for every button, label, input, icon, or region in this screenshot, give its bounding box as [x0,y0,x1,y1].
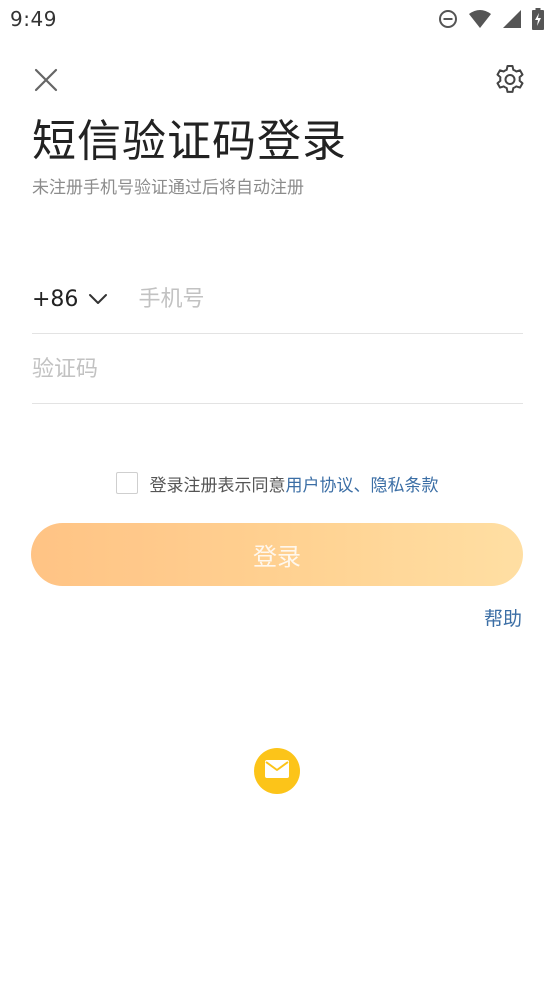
signal-icon [502,9,522,29]
country-code-label: +86 [32,286,79,312]
country-code-selector[interactable]: +86 [32,287,108,312]
verification-code-row [32,335,523,404]
page-subtitle: 未注册手机号验证通过后将自动注册 [32,178,304,198]
mail-login-button[interactable] [254,748,300,794]
gear-icon [494,64,526,100]
user-agreement-link[interactable]: 用户协议 [286,471,354,496]
wifi-icon [468,9,492,29]
agreement-checkbox[interactable] [115,472,138,494]
agreement-row: 登录注册表示同意 用户协议 、 隐私条款 [0,468,554,498]
chevron-down-icon [88,290,108,309]
battery-charging-icon [532,8,544,30]
agreement-prefix: 登录注册表示同意 [149,475,286,496]
settings-button[interactable] [492,64,528,100]
login-button[interactable]: 登录 [31,523,523,586]
phone-input[interactable] [138,279,523,319]
close-button[interactable] [28,64,64,100]
phone-row: +86 [32,265,523,334]
login-button-label: 登录 [253,543,301,571]
agreement-separator: 、 [353,475,371,496]
do-not-disturb-icon [438,9,458,29]
mail-icon [265,760,289,782]
help-link[interactable]: 帮助 [484,604,522,631]
close-icon [34,68,58,96]
verification-code-input[interactable] [32,349,523,389]
status-bar: 9:49 [0,0,554,38]
privacy-policy-link[interactable]: 隐私条款 [371,471,439,496]
status-icons [438,7,544,31]
page-title: 短信验证码登录 [32,116,347,167]
status-time: 9:49 [10,7,57,31]
